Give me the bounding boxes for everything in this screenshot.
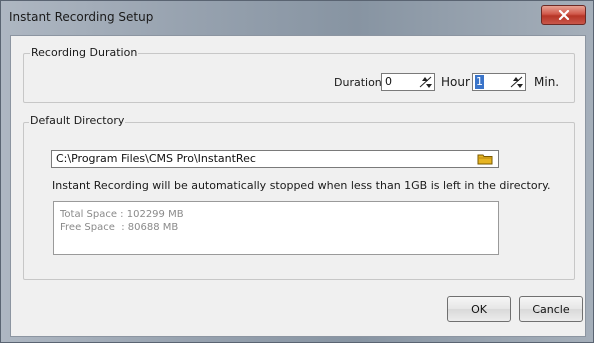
recording-duration-label: Recording Duration [30, 46, 139, 60]
hour-spinner[interactable]: 0 [381, 73, 435, 91]
directory-path-input[interactable]: C:\Program Files\CMS Pro\InstantRec [51, 150, 499, 168]
hour-value: 0 [385, 75, 392, 88]
total-space-text: Total Space : 102299 MB [60, 209, 184, 220]
dialog-body: Recording Duration Duration 0 Hour 1 Min… [10, 35, 586, 337]
directory-note: Instant Recording will be automatically … [52, 179, 551, 192]
duration-label: Duration [334, 76, 382, 89]
close-icon [558, 10, 569, 20]
window-title: Instant Recording Setup [9, 10, 154, 24]
cancel-button[interactable]: Cancle [519, 296, 583, 322]
hour-label: Hour [441, 75, 470, 89]
close-button[interactable] [541, 5, 586, 25]
folder-icon [477, 154, 493, 165]
title-bar[interactable]: Instant Recording Setup [1, 1, 593, 35]
disk-space-box: Total Space : 102299 MB Free Space : 806… [53, 201, 499, 255]
dialog-window: Instant Recording Setup Recording Durati… [0, 0, 594, 343]
minute-value: 1 [475, 75, 484, 89]
spin-arrows-icon[interactable] [419, 75, 433, 89]
spin-arrows-icon[interactable] [510, 75, 524, 89]
minute-label: Min. [534, 75, 560, 89]
free-space-text: Free Space : 80688 MB [60, 222, 179, 233]
minute-spinner[interactable]: 1 [472, 73, 526, 91]
recording-duration-group: Recording Duration Duration 0 Hour 1 Min… [23, 46, 575, 103]
directory-path-value: C:\Program Files\CMS Pro\InstantRec [56, 152, 256, 165]
default-directory-label: Default Directory [29, 114, 126, 128]
ok-button[interactable]: OK [447, 296, 511, 322]
browse-folder-button[interactable] [477, 151, 493, 167]
